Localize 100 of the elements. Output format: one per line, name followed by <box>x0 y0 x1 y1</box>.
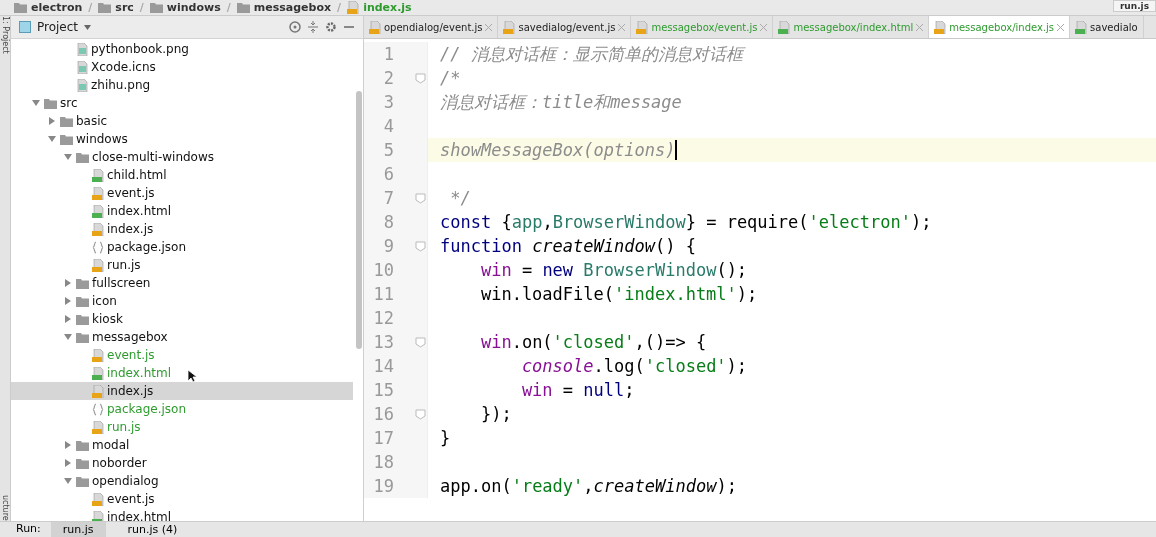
expanded-arrow-icon[interactable] <box>47 134 57 144</box>
folder-icon <box>236 2 250 13</box>
tree-item[interactable]: basic <box>11 112 353 130</box>
file-name: package.json <box>107 402 186 416</box>
js-file-icon <box>92 492 104 506</box>
tree-item[interactable]: run.js <box>11 256 353 274</box>
close-icon[interactable] <box>1057 23 1065 31</box>
fold-marker-icon[interactable] <box>414 408 426 420</box>
js-file-icon <box>92 186 104 200</box>
tree-item[interactable]: package.json <box>11 238 353 256</box>
tree-item[interactable]: opendialog <box>11 472 353 490</box>
close-icon[interactable] <box>618 23 626 31</box>
file-name: index.js <box>107 222 154 236</box>
tree-item[interactable]: package.json <box>11 400 353 418</box>
html-file-icon <box>92 366 104 380</box>
dropdown-caret-icon[interactable] <box>84 24 92 30</box>
tree-item[interactable]: icon <box>11 292 353 310</box>
expanded-arrow-icon[interactable] <box>63 476 73 486</box>
breadcrumb-item[interactable]: electron <box>31 1 83 14</box>
tree-item[interactable]: event.js <box>11 184 353 202</box>
tree-item[interactable]: event.js <box>11 490 353 508</box>
fold-marker-icon[interactable] <box>414 72 426 84</box>
folder-icon <box>60 115 73 127</box>
line-number: 7 <box>382 188 394 208</box>
fold-marker-icon[interactable] <box>414 240 426 252</box>
collapse-icon[interactable] <box>307 21 319 33</box>
code-line: const {app,BrowserWindow} = require('electron'); <box>439 212 932 232</box>
fold-marker-icon[interactable] <box>414 192 426 204</box>
path-separator: / <box>226 1 231 14</box>
file-name: zhihu.png <box>91 78 151 92</box>
html-file-icon <box>92 168 104 182</box>
structure-tool-tab[interactable]: ucture <box>0 495 10 521</box>
tree-item[interactable]: child.html <box>11 166 353 184</box>
tree-item[interactable]: index.js <box>11 382 353 400</box>
tree-item[interactable]: index.js <box>11 220 353 238</box>
js-file-icon <box>934 20 947 34</box>
tree-item[interactable]: close-multi-windows <box>11 148 353 166</box>
panel-title[interactable]: Project <box>37 20 79 34</box>
file-name: pythonbook.png <box>91 42 189 56</box>
expanded-arrow-icon[interactable] <box>63 152 73 162</box>
expanded-arrow-icon[interactable] <box>63 332 73 342</box>
tree-item[interactable]: index.html <box>11 202 353 220</box>
tree-item[interactable]: run.js <box>11 418 353 436</box>
close-icon[interactable] <box>760 23 768 31</box>
folder-icon <box>98 2 112 13</box>
collapsed-arrow-icon[interactable] <box>63 278 73 288</box>
folder-icon <box>76 475 89 487</box>
breadcrumb-item[interactable]: windows <box>166 1 221 14</box>
code-line: win.on('closed',()=> { <box>479 332 707 352</box>
tree-item[interactable]: event.js <box>11 346 353 364</box>
tree-item[interactable]: zhihu.png <box>11 76 353 94</box>
expanded-arrow-icon[interactable] <box>31 98 41 108</box>
file-name: run.js <box>107 420 141 434</box>
file-name: src <box>60 96 78 110</box>
html-file-icon <box>1075 20 1088 34</box>
tree-item[interactable]: modal <box>11 436 353 454</box>
tree-item[interactable]: src <box>11 94 353 112</box>
run-tab[interactable]: run.js <box>50 522 106 537</box>
file-name: windows <box>76 132 128 146</box>
tree-item[interactable]: Xcode.icns <box>11 58 353 76</box>
editor-tab[interactable]: messagebox/index.js <box>929 16 1071 38</box>
js-file-icon <box>92 348 104 362</box>
line-number: 19 <box>372 476 394 496</box>
settings-icon[interactable] <box>325 21 337 33</box>
tree-item[interactable]: windows <box>11 130 353 148</box>
tree-item[interactable]: noborder <box>11 454 353 472</box>
file-name: event.js <box>107 348 155 362</box>
html-file-icon <box>778 20 791 34</box>
line-number: 12 <box>372 308 394 328</box>
tree-item[interactable]: pythonbook.png <box>11 40 353 58</box>
collapsed-arrow-icon[interactable] <box>47 116 57 126</box>
fold-marker-icon[interactable] <box>414 336 426 348</box>
tree-item[interactable]: kiosk <box>11 310 353 328</box>
breadcrumb-item[interactable]: messagebox <box>253 1 332 14</box>
folder-icon <box>149 2 163 13</box>
scrollbar[interactable] <box>356 91 362 349</box>
mouse-pointer-icon <box>187 369 197 383</box>
html-file-icon <box>92 204 104 218</box>
code-line: function createWindow() { <box>439 236 696 256</box>
tree-item[interactable]: fullscreen <box>11 274 353 292</box>
file-name: basic <box>76 114 108 128</box>
collapsed-arrow-icon[interactable] <box>63 296 73 306</box>
code-line: win.loadFile('index.html'); <box>479 284 758 304</box>
run-tab[interactable]: run.js <box>1112 0 1156 12</box>
breadcrumb-item[interactable]: src <box>115 1 134 14</box>
tab-label: opendialog/event.js <box>384 21 483 33</box>
collapsed-arrow-icon[interactable] <box>63 440 73 450</box>
image-file-icon <box>76 42 88 56</box>
project-tool-tab[interactable]: 1: Project <box>0 16 10 54</box>
tree-item[interactable]: messagebox <box>11 328 353 346</box>
code-line: }); <box>479 404 512 424</box>
collapsed-arrow-icon[interactable] <box>63 314 73 324</box>
close-icon[interactable] <box>485 23 493 31</box>
run-tab[interactable]: run.js (4) <box>115 522 190 537</box>
locate-icon[interactable] <box>289 21 301 33</box>
tree-item[interactable]: index.html <box>11 364 353 382</box>
js-file-icon <box>92 420 104 434</box>
collapsed-arrow-icon[interactable] <box>63 458 73 468</box>
tab-label: savedialog/event.js <box>518 21 616 33</box>
close-icon[interactable] <box>916 23 924 31</box>
